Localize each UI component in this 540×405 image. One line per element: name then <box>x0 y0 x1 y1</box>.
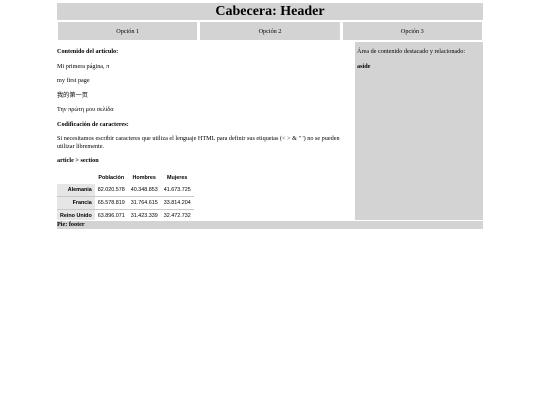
page-footer: Pie: footer <box>57 221 483 229</box>
article-line-english: my first page <box>57 77 90 84</box>
table-cell: 33.814.204 <box>160 195 194 209</box>
article: Contenido del artículo: Mi primera págin… <box>57 42 354 220</box>
table-row: Alemania 82.020.578 40.348.853 41.673.72… <box>57 183 194 196</box>
page-header: Cabecera: Header <box>57 3 483 20</box>
table-header: Hombres <box>127 171 161 184</box>
encoding-heading: Codificación de caracteres: <box>57 120 129 128</box>
nav-option-2[interactable]: Opción 2 <box>199 21 341 41</box>
table-cell: 82.020.578 <box>94 183 128 196</box>
population-table: Población Hombres Mujeres Alemania 82.02… <box>57 171 194 220</box>
table-header: Población <box>94 171 128 184</box>
aside-text: Área de contenido destacado y relacionad… <box>357 48 466 55</box>
table-cell: 40.348.853 <box>127 183 161 196</box>
row-label: Francia <box>57 195 95 209</box>
article-heading: Contenido del artículo: <box>57 48 119 55</box>
table-row: Francia 65.578.819 31.764.615 33.814.204 <box>57 195 194 209</box>
aside-panel: Área de contenido destacado y relacionad… <box>355 42 483 220</box>
section-label: article > section <box>57 157 99 164</box>
table-header-corner <box>57 171 95 184</box>
table-cell: 65.578.819 <box>94 195 128 209</box>
nav-option-1[interactable]: Opción 1 <box>57 21 199 41</box>
table-cell: 41.673.725 <box>160 183 194 196</box>
article-line-chinese: 我的第一页 <box>57 91 88 99</box>
row-label: Reino Unido <box>57 208 95 220</box>
table-header: Mujeres <box>160 171 194 184</box>
encoding-text: Si necesitamos escribir caracteres que u… <box>57 135 340 150</box>
main-nav: Opción 1 Opción 2 Opción 3 <box>57 21 483 41</box>
nav-option-3[interactable]: Opción 3 <box>341 21 483 41</box>
content-area: Contenido del artículo: Mi primera págin… <box>57 42 483 220</box>
page: Cabecera: Header Opción 1 Opción 2 Opció… <box>57 3 483 229</box>
article-line-spanish: Mi primera página, π <box>57 62 110 70</box>
table-cell: 32.472.732 <box>160 208 194 220</box>
table-cell: 31.764.615 <box>127 195 161 209</box>
page-title: Cabecera: Header <box>215 3 325 19</box>
table-row: Reino Unido 63.896.071 31.423.339 32.472… <box>57 208 194 220</box>
article-line-greek: Την πρώτη μου σελίδα <box>57 106 114 113</box>
table-cell: 31.423.339 <box>127 208 161 220</box>
aside-label: aside <box>357 62 371 70</box>
table-cell: 63.896.071 <box>94 208 128 220</box>
row-label: Alemania <box>57 183 95 196</box>
